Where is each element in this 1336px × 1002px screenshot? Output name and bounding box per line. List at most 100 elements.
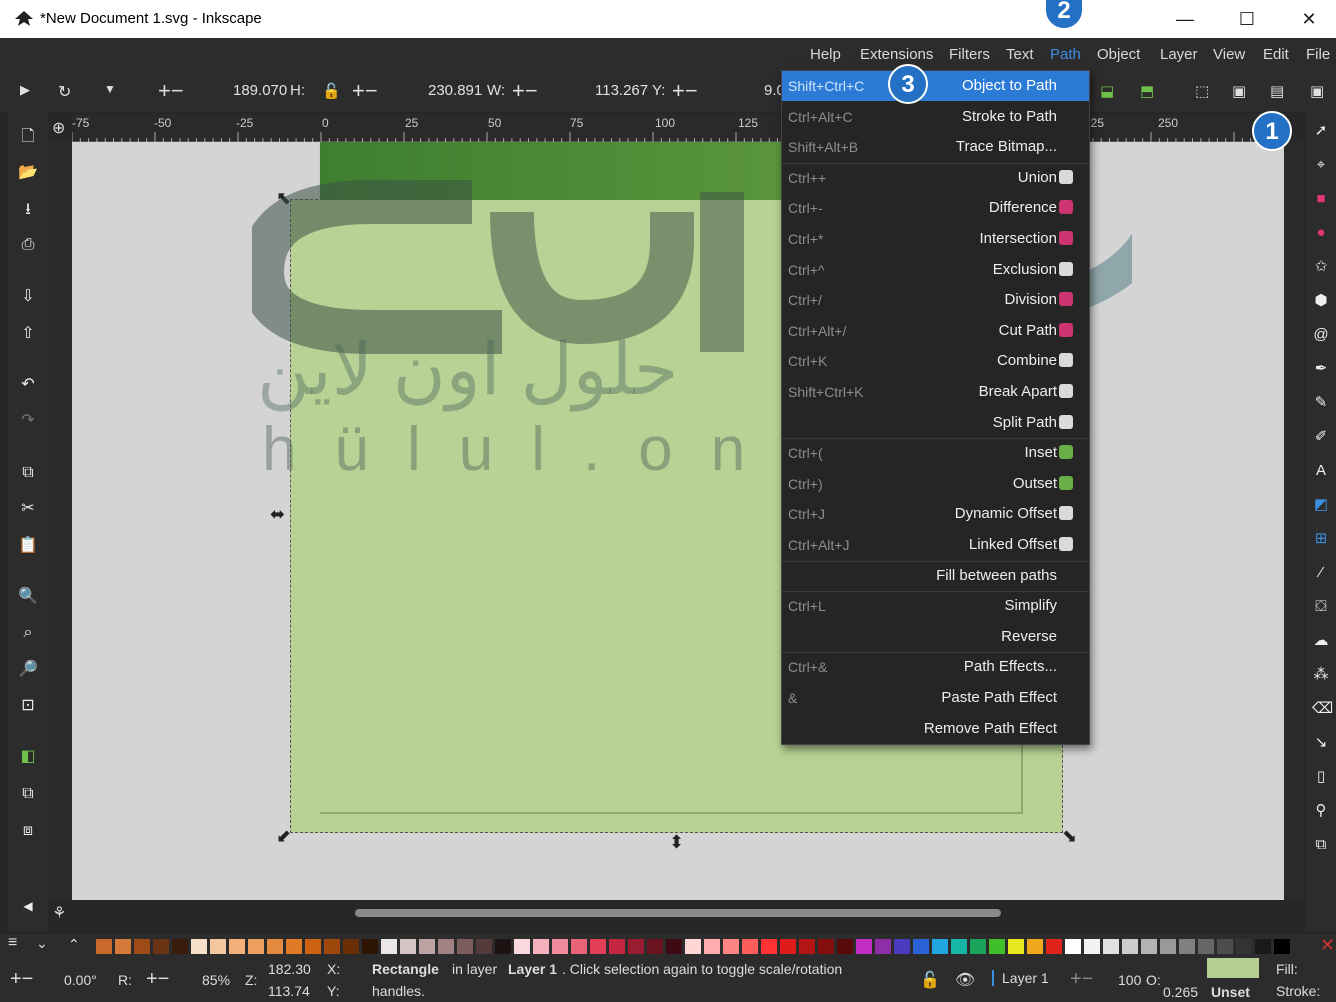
dropper-tool-icon[interactable]: ⁄	[1312, 564, 1330, 582]
color-swatch[interactable]	[153, 939, 169, 954]
palette-down-icon[interactable]: ⌄	[36, 935, 48, 952]
color-swatch[interactable]	[533, 939, 549, 954]
color-swatch[interactable]	[590, 939, 606, 954]
redo-icon[interactable]: ↷	[18, 412, 38, 430]
save-icon[interactable]: ⭳	[18, 201, 38, 219]
menu-path[interactable]: Path	[1050, 46, 1081, 63]
zoom-drawing-icon[interactable]: ⌕	[18, 624, 38, 642]
snap-grid-icon[interactable]: ▤	[1270, 82, 1284, 100]
color-swatch[interactable]	[761, 939, 777, 954]
open-folder-icon[interactable]: 📂	[18, 164, 38, 182]
color-swatch[interactable]	[609, 939, 625, 954]
color-swatch[interactable]	[1198, 939, 1214, 954]
menu-layer[interactable]: Layer	[1160, 46, 1198, 63]
maximize-button[interactable]: ☐	[1224, 4, 1270, 34]
text-tool-icon[interactable]: A	[1312, 462, 1330, 480]
color-swatch[interactable]	[913, 939, 929, 954]
snap-page-icon[interactable]: ▣	[1310, 82, 1324, 100]
rotate-icon[interactable]: ↻	[58, 82, 71, 102]
pages-tool-icon[interactable]: ⧉	[1312, 836, 1330, 854]
path-menu-item[interactable]: Shift+Ctrl+K Break Apart	[782, 377, 1089, 407]
print-icon[interactable]: ⎙	[18, 236, 38, 254]
spray-tool-icon[interactable]: ⁂	[1312, 666, 1330, 684]
minimize-button[interactable]: —	[1162, 4, 1208, 34]
color-swatch[interactable]	[115, 939, 131, 954]
color-swatch[interactable]	[970, 939, 986, 954]
color-swatch[interactable]	[1160, 939, 1176, 954]
color-swatch[interactable]	[1008, 939, 1024, 954]
lock-icon[interactable]: 🔓	[322, 82, 341, 100]
path-menu-item[interactable]: Ctrl+Alt+J Linked Offset	[782, 530, 1089, 560]
menu-edit[interactable]: Edit	[1263, 46, 1289, 63]
no-paint-swatch-icon[interactable]: ✕	[1320, 935, 1335, 956]
color-swatch[interactable]	[666, 939, 682, 954]
path-menu-item[interactable]: Ctrl+L Simplify	[782, 591, 1089, 621]
x-plus-minus[interactable]: +−	[672, 78, 698, 104]
color-swatch[interactable]	[818, 939, 834, 954]
color-swatch[interactable]	[1103, 939, 1119, 954]
color-swatch[interactable]	[191, 939, 207, 954]
path-menu-item[interactable]: Shift+Alt+B Trace Bitmap...	[782, 132, 1089, 162]
color-swatch[interactable]	[267, 939, 283, 954]
h-value[interactable]: 189.070	[233, 82, 287, 99]
path-menu-item[interactable]: Ctrl+Alt+/ Cut Path	[782, 316, 1089, 346]
color-swatch[interactable]	[989, 939, 1005, 954]
color-swatch[interactable]	[476, 939, 492, 954]
color-swatch[interactable]	[685, 939, 701, 954]
color-swatch[interactable]	[1065, 939, 1081, 954]
color-swatch[interactable]	[343, 939, 359, 954]
palette-menu-icon[interactable]: ≡	[8, 934, 17, 952]
path-menu-item[interactable]: Remove Path Effect	[782, 714, 1089, 744]
color-swatch[interactable]	[172, 939, 188, 954]
color-swatch[interactable]	[400, 939, 416, 954]
expand-arrow-icon[interactable]: ▶	[20, 82, 30, 98]
copy-icon[interactable]: ⧉	[18, 464, 38, 482]
pencil-tool-icon[interactable]: ✎	[1312, 394, 1330, 412]
color-swatch[interactable]	[1046, 939, 1062, 954]
color-swatch[interactable]	[1217, 939, 1233, 954]
color-swatch[interactable]	[457, 939, 473, 954]
color-swatch[interactable]	[381, 939, 397, 954]
zoom-fit-icon[interactable]: ⊡	[18, 697, 38, 715]
rotation-value[interactable]: 0.00°	[64, 972, 97, 988]
menu-extensions[interactable]: Extensions	[860, 46, 933, 63]
export-icon[interactable]: ⇧	[18, 325, 38, 343]
path-menu-item[interactable]: Fill between paths	[782, 561, 1089, 591]
import-icon[interactable]: ⇩	[18, 288, 38, 306]
rotation-plus-minus[interactable]: +−	[10, 968, 33, 991]
color-swatch[interactable]	[324, 939, 340, 954]
star-tool-icon[interactable]: ✩	[1312, 258, 1330, 276]
color-swatch[interactable]	[1274, 939, 1290, 954]
color-swatch[interactable]	[571, 939, 587, 954]
w-value[interactable]: 230.891	[428, 82, 482, 99]
zoom-tool-icon[interactable]: ⚲	[1312, 802, 1330, 820]
path-menu-item[interactable]: Ctrl+K Combine	[782, 346, 1089, 376]
color-swatch[interactable]	[799, 939, 815, 954]
layer-lock-icon[interactable]: 🔓	[920, 970, 940, 990]
path-menu-item[interactable]: Ctrl+Alt+C Stroke to Path	[782, 102, 1089, 132]
mesh-tool-icon[interactable]: ⊞	[1312, 530, 1330, 548]
snap-box-icon[interactable]: ⬚	[1195, 82, 1209, 100]
color-swatch[interactable]	[96, 939, 112, 954]
color-swatch[interactable]	[875, 939, 891, 954]
color-swatch[interactable]	[1141, 939, 1157, 954]
zoom-selection-icon[interactable]: 🔍	[18, 588, 38, 606]
color-swatch[interactable]	[647, 939, 663, 954]
y-value[interactable]: 113.267	[595, 82, 648, 99]
zoom-plus-minus[interactable]: +−	[146, 968, 169, 991]
scale-handle-s[interactable]: ⬍	[669, 832, 684, 853]
tweak-tool-icon[interactable]: ☁	[1312, 632, 1330, 650]
color-manage-icon[interactable]: ⚘	[52, 903, 66, 923]
path-menu-item[interactable]: Ctrl+J Dynamic Offset	[782, 499, 1089, 529]
h-plus-minus[interactable]: +−	[158, 78, 184, 104]
node-tool-icon[interactable]: ⌖	[1312, 156, 1330, 174]
color-swatch[interactable]	[1084, 939, 1100, 954]
zoom-value[interactable]: 85%	[202, 972, 230, 988]
zoom-corner-icon[interactable]: ⊕	[52, 118, 65, 138]
color-swatch[interactable]	[1255, 939, 1271, 954]
3d-box-tool-icon[interactable]: ⬢	[1312, 292, 1330, 310]
color-swatch[interactable]	[628, 939, 644, 954]
path-menu-item[interactable]: Ctrl+& Path Effects...	[782, 652, 1089, 682]
eraser-tool-icon[interactable]: ⌫	[1312, 700, 1333, 718]
collapse-arrow-icon[interactable]: ◀	[18, 897, 38, 915]
